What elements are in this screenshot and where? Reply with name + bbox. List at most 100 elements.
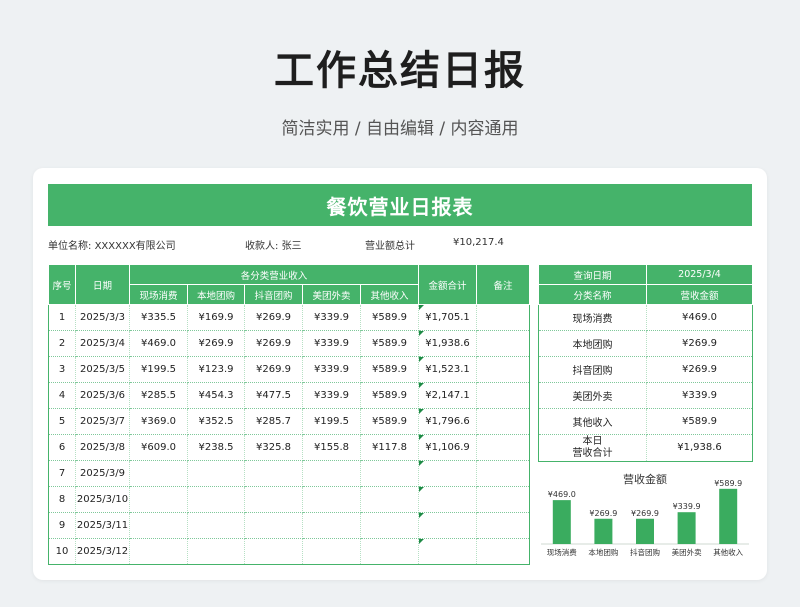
row-note[interactable] (476, 460, 531, 487)
row-category-value[interactable]: ¥339.9 (302, 382, 361, 409)
row-category-value[interactable] (302, 486, 361, 513)
row-category-value[interactable]: ¥123.9 (187, 356, 245, 383)
row-date[interactable]: 2025/3/10 (75, 486, 130, 513)
row-category-value[interactable]: ¥589.9 (360, 304, 420, 331)
row-category-value[interactable]: ¥339.9 (302, 304, 361, 331)
summary-total-label-line1: 本日 (582, 436, 603, 447)
row-category-value[interactable] (244, 538, 303, 565)
row-category-value[interactable]: ¥589.9 (360, 408, 420, 435)
row-date[interactable]: 2025/3/5 (75, 356, 130, 383)
row-note[interactable] (476, 538, 531, 565)
row-note[interactable] (476, 304, 531, 331)
row-category-value[interactable]: ¥589.9 (360, 356, 420, 383)
row-category-value[interactable]: ¥369.0 (129, 408, 188, 435)
row-category-value[interactable] (244, 460, 303, 487)
row-date[interactable]: 2025/3/4 (75, 330, 130, 357)
row-total (418, 486, 478, 513)
row-note[interactable] (476, 356, 531, 383)
row-category-value[interactable] (187, 460, 245, 487)
unit-label: 单位名称: (48, 241, 92, 252)
row-category-value[interactable] (187, 512, 245, 539)
row-category-value[interactable]: ¥285.7 (244, 408, 303, 435)
row-category-value[interactable] (302, 538, 361, 565)
row-category-value[interactable] (244, 512, 303, 539)
summary-total-label: 本日 营收合计 (538, 434, 647, 462)
cashier-value[interactable]: 张三 (282, 241, 302, 252)
table-row: 1 2025/3/3 ¥335.5 ¥169.9 ¥269.9 ¥339.9 ¥589.9 ¥… (48, 304, 531, 331)
row-category-value[interactable] (360, 538, 420, 565)
row-category-value[interactable]: ¥238.5 (187, 434, 245, 461)
row-total: ¥2,147.1 (418, 382, 478, 409)
row-date[interactable]: 2025/3/12 (75, 538, 130, 565)
table-row: 5 2025/3/7 ¥369.0 ¥352.5 ¥285.7 ¥199.5 ¥589.9 ¥… (48, 408, 531, 435)
row-index: 8 (48, 486, 76, 513)
row-category-value[interactable]: ¥155.8 (302, 434, 361, 461)
row-category-value[interactable]: ¥589.9 (360, 382, 420, 409)
row-index: 9 (48, 512, 76, 539)
row-note[interactable] (476, 434, 531, 461)
row-category-value[interactable] (360, 512, 420, 539)
chart-tick-label: 本地团购 (588, 547, 618, 557)
total-info-label: 营业额总计 (365, 241, 415, 252)
row-index: 4 (48, 382, 76, 409)
row-category-value[interactable]: ¥454.3 (187, 382, 245, 409)
row-category-value[interactable]: ¥335.5 (129, 304, 188, 331)
summary-amount: ¥339.9 (646, 382, 753, 409)
row-category-value[interactable]: ¥117.8 (360, 434, 420, 461)
summary-amount: ¥469.0 (646, 304, 753, 331)
row-category-value[interactable] (360, 486, 420, 513)
row-category-value[interactable] (129, 538, 188, 565)
row-date[interactable]: 2025/3/9 (75, 460, 130, 487)
row-category-value[interactable]: ¥325.8 (244, 434, 303, 461)
row-total (418, 460, 478, 487)
table-row: 6 2025/3/8 ¥609.0 ¥238.5 ¥325.8 ¥155.8 ¥117.8 ¥… (48, 434, 531, 461)
row-category-value[interactable] (187, 538, 245, 565)
row-category-value[interactable] (129, 460, 188, 487)
query-date-value[interactable]: 2025/3/4 (646, 264, 753, 285)
row-date[interactable]: 2025/3/8 (75, 434, 130, 461)
row-category-value[interactable]: ¥199.5 (129, 356, 188, 383)
row-category-value[interactable] (187, 486, 245, 513)
row-category-value[interactable]: ¥589.9 (360, 330, 420, 357)
chart-bar (677, 512, 696, 544)
row-date[interactable]: 2025/3/6 (75, 382, 130, 409)
row-note[interactable] (476, 512, 531, 539)
row-index: 7 (48, 460, 76, 487)
row-category-value[interactable] (302, 460, 361, 487)
row-category-value[interactable] (360, 460, 420, 487)
row-category-value[interactable]: ¥339.9 (302, 356, 361, 383)
row-category-value[interactable]: ¥285.5 (129, 382, 188, 409)
row-index: 3 (48, 356, 76, 383)
row-note[interactable] (476, 408, 531, 435)
row-category-value[interactable]: ¥477.5 (244, 382, 303, 409)
row-category-value[interactable]: ¥199.5 (302, 408, 361, 435)
row-category-value[interactable] (244, 486, 303, 513)
row-category-value[interactable]: ¥609.0 (129, 434, 188, 461)
row-category-value[interactable] (302, 512, 361, 539)
summary-row: 本地团购 ¥269.9 (538, 330, 753, 357)
row-note[interactable] (476, 330, 531, 357)
row-category-value[interactable]: ¥269.9 (244, 356, 303, 383)
row-date[interactable]: 2025/3/3 (75, 304, 130, 331)
row-note[interactable] (476, 486, 531, 513)
row-category-value[interactable]: ¥169.9 (187, 304, 245, 331)
row-category-value[interactable] (129, 486, 188, 513)
row-total: ¥1,938.6 (418, 330, 478, 357)
header-category: 其他收入 (359, 284, 420, 305)
chart-tick-label: 抖音团购 (630, 547, 660, 557)
row-date[interactable]: 2025/3/7 (75, 408, 130, 435)
row-note[interactable] (476, 382, 531, 409)
row-category-value[interactable] (129, 512, 188, 539)
row-category-value[interactable]: ¥469.0 (129, 330, 188, 357)
header-date: 日期 (75, 264, 130, 305)
unit-value[interactable]: XXXXXX有限公司 (95, 241, 176, 252)
row-category-value[interactable]: ¥269.9 (187, 330, 245, 357)
row-date[interactable]: 2025/3/11 (75, 512, 130, 539)
row-index: 10 (48, 538, 76, 565)
row-category-value[interactable]: ¥269.9 (244, 304, 303, 331)
row-category-value[interactable]: ¥269.9 (244, 330, 303, 357)
report-title: 餐饮营业日报表 (48, 184, 752, 226)
daily-summary-table: 查询日期 2025/3/4 分类名称 营收金额 现场消费 ¥469.0 本地团购 ¥2… (538, 264, 753, 462)
row-category-value[interactable]: ¥339.9 (302, 330, 361, 357)
row-category-value[interactable]: ¥352.5 (187, 408, 245, 435)
